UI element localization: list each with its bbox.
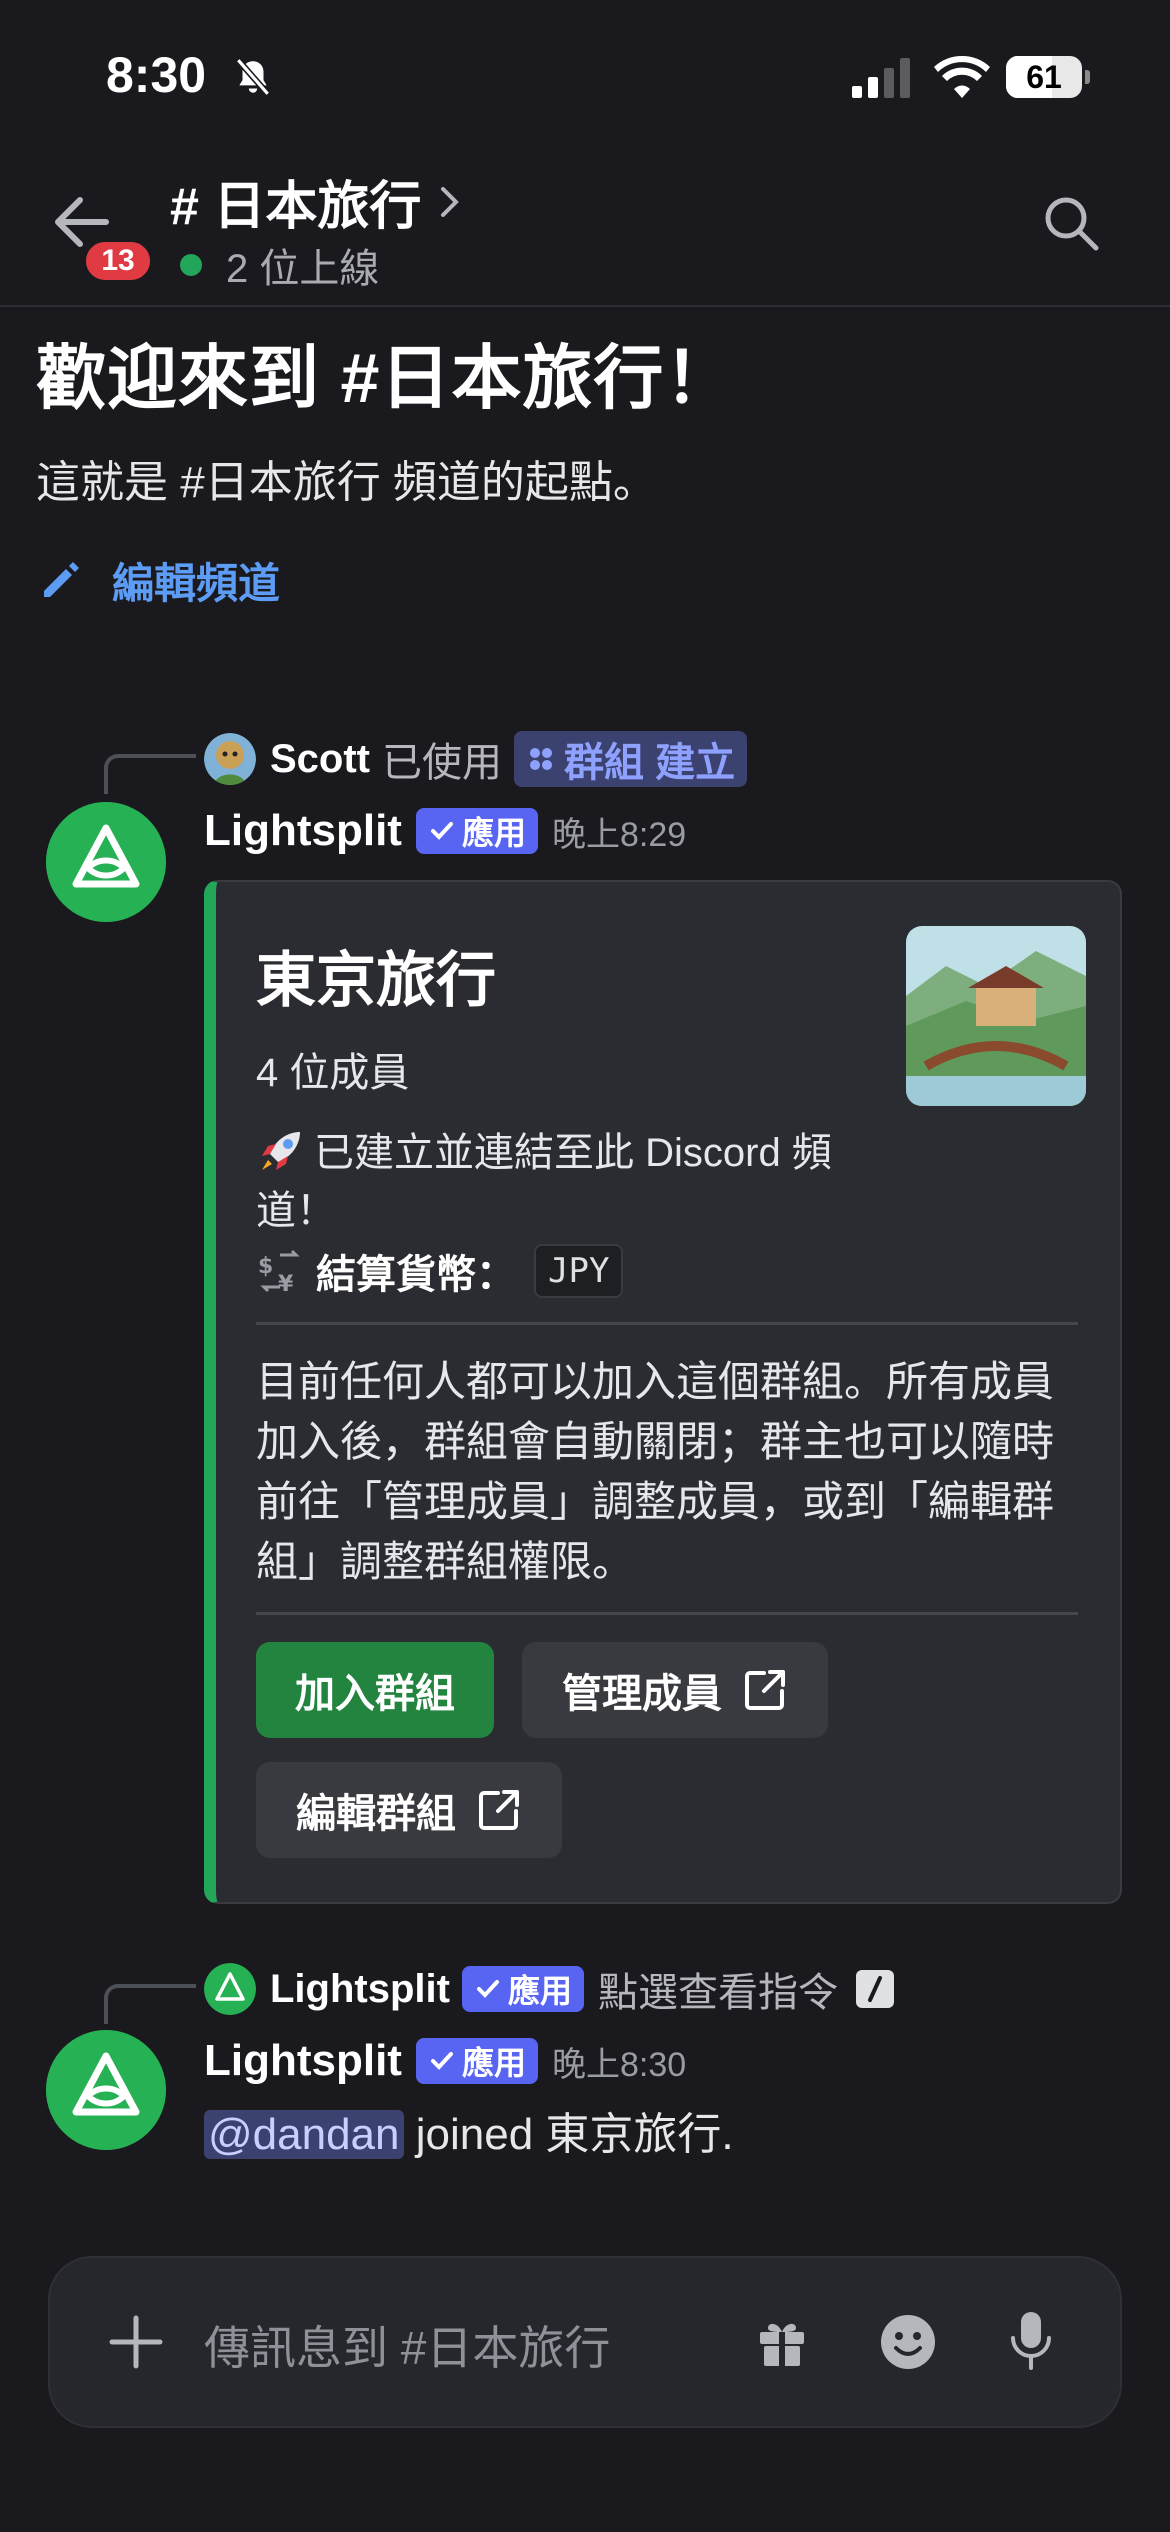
search-icon[interactable] (1040, 192, 1102, 254)
edit-group-label: 編輯群組 (296, 1792, 456, 1836)
message-input[interactable]: 傳訊息到 #日本旅行 (204, 2312, 610, 2378)
command-pill[interactable]: 群組 建立 (514, 731, 748, 787)
battery-icon: 61 (1006, 56, 1090, 98)
embed-divider (256, 1612, 1078, 1615)
lightsplit-avatar[interactable] (46, 2030, 166, 2150)
joined-group-name: 東京旅行. (545, 2110, 734, 2159)
currency-label: 結算貨幣： (316, 1253, 516, 1297)
lightsplit-mini-avatar (204, 1963, 256, 2015)
app-tag-label: 應用 (461, 815, 526, 851)
bell-slash-icon (235, 58, 271, 96)
embed-divider (256, 1322, 1078, 1325)
chevron-right-icon (441, 186, 460, 217)
reply-context[interactable]: Scott 已使用 群組 建立 (204, 730, 748, 788)
created-notice: 已建立並連結至此 Discord 頻道！ (256, 1124, 886, 1240)
slash-command-icon (855, 1970, 894, 2008)
app-tag: 應用 (415, 808, 538, 854)
message-header: Lightsplit 應用 晚上8:30 (204, 2036, 686, 2086)
reply-command-hint: 點選查看指令 (597, 1971, 838, 2015)
reply-connector (104, 1984, 196, 2024)
reply-connector (104, 754, 196, 794)
manage-members-button[interactable]: 管理成員 (522, 1642, 828, 1738)
created-text: 已建立並連結至此 Discord 頻道！ (256, 1131, 832, 1233)
embed-title: 東京旅行 (256, 947, 496, 1014)
welcome-subtitle: 這就是 #日本旅行 頻道的起點。 (36, 458, 657, 507)
lightsplit-avatar[interactable] (46, 802, 166, 922)
embed-thumbnail (906, 926, 1086, 1106)
timestamp: 晚上8:30 (551, 2045, 687, 2084)
app-tag: 應用 (461, 1966, 584, 2012)
plus-icon[interactable] (106, 2312, 166, 2372)
check-icon (430, 822, 453, 840)
manage-members-label: 管理成員 (562, 1672, 722, 1716)
group-embed: 東京旅行 4 位成員 已建立並連結至此 Discord 頻道！ $ ¥ 結算貨幣… (204, 880, 1122, 1904)
reply-used-text: 已使用 (382, 741, 502, 785)
member-count: 4 位成員 (256, 1051, 410, 1095)
apps-icon (530, 748, 552, 770)
currency-code: JPY (534, 1244, 624, 1298)
svg-text:¥: ¥ (278, 1272, 294, 1295)
external-link-icon (479, 1790, 519, 1830)
timestamp: 晚上8:29 (551, 815, 687, 854)
join-group-label: 加入群組 (295, 1672, 455, 1716)
external-link-icon (745, 1670, 785, 1710)
emoji-icon[interactable] (878, 2312, 938, 2372)
joined-message: @dandan joined 東京旅行. (204, 2098, 734, 2162)
author-name[interactable]: Lightsplit (204, 806, 402, 856)
wifi-icon (934, 55, 990, 98)
scott-avatar (204, 733, 256, 785)
reply-username: Scott (270, 736, 370, 781)
message-composer: 傳訊息到 #日本旅行 (48, 2256, 1122, 2428)
svg-text:$: $ (258, 1254, 273, 1279)
embed-description: 目前任何人都可以加入這個群組。所有成員加入後，群組會自動關閉；群主也可以隨時前往… (256, 1358, 1055, 1585)
reply-username: Lightsplit (270, 1966, 450, 2011)
battery-percentage: 61 (1026, 59, 1062, 95)
online-status: 2 位上線 (180, 236, 379, 294)
pencil-icon (44, 561, 79, 597)
channel-name: # 日本旅行 (170, 178, 422, 236)
online-count: 2 位上線 (226, 247, 380, 291)
edit-channel-label: 編輯頻道 (112, 560, 281, 607)
microphone-icon[interactable] (1006, 2310, 1056, 2372)
app-tag-label: 應用 (507, 1973, 572, 2009)
app-tag-label: 應用 (461, 2045, 526, 2081)
command-name: 群組 建立 (564, 741, 736, 785)
currency-exchange-icon: $ ¥ (258, 1249, 300, 1295)
message-header: Lightsplit 應用 晚上8:29 (204, 806, 686, 856)
status-bar: 8:30 61 (0, 0, 1170, 150)
edit-group-button[interactable]: 編輯群組 (256, 1762, 562, 1858)
rocket-icon (262, 1132, 300, 1170)
reply-context[interactable]: Lightsplit 應用 點選查看指令 (204, 1960, 894, 2018)
gift-icon[interactable] (754, 2314, 810, 2370)
joined-verb: joined (403, 2110, 546, 2159)
welcome-title: 歡迎來到 #日本旅行！ (36, 339, 736, 417)
signal-icon (852, 58, 910, 98)
edit-channel-link[interactable]: 編輯頻道 (36, 550, 280, 611)
currency-row: $ ¥ 結算貨幣： JPY (256, 1242, 624, 1300)
join-group-button[interactable]: 加入群組 (256, 1642, 494, 1738)
channel-title[interactable]: # 日本旅行 (170, 164, 461, 239)
unread-badge: 13 (82, 238, 154, 284)
user-mention[interactable]: @dandan (204, 2110, 404, 2159)
check-icon (476, 1980, 499, 1998)
online-dot-icon (180, 254, 202, 276)
check-icon (430, 2052, 453, 2070)
status-time: 8:30 (106, 47, 207, 103)
app-tag: 應用 (415, 2038, 538, 2084)
author-name[interactable]: Lightsplit (204, 2036, 402, 2086)
channel-header: 13 # 日本旅行 2 位上線 (0, 150, 1170, 307)
